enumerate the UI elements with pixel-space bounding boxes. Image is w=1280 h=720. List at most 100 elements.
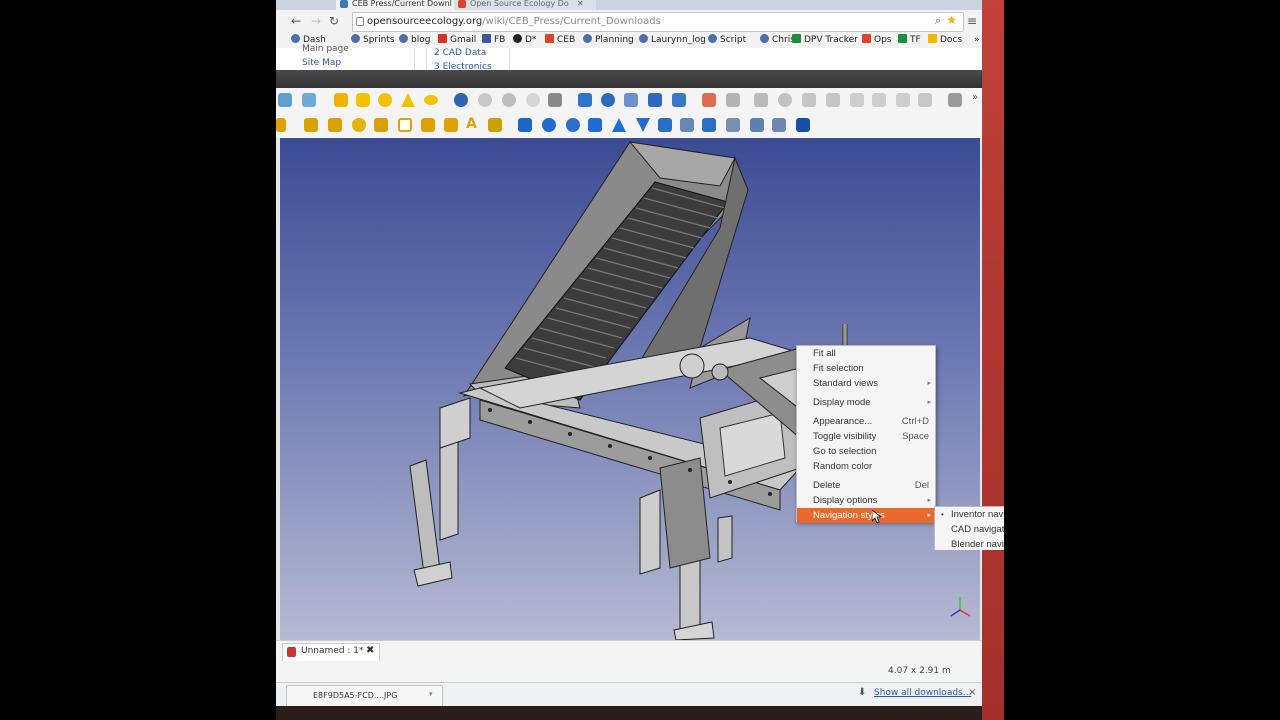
wiki-link-cad-data[interactable]: 2 CAD Data: [434, 48, 486, 58]
section-icon[interactable]: [548, 93, 562, 107]
submenu-item-cad[interactable]: CAD navigation: [935, 522, 1004, 537]
bookmark-sprints[interactable]: Sprints: [351, 32, 395, 48]
torus-icon[interactable]: [424, 95, 438, 105]
close-icon[interactable]: ✕: [577, 0, 584, 8]
wiki-link-main-page[interactable]: Main page: [302, 44, 349, 54]
workbench-icon[interactable]: [796, 118, 810, 132]
close-icon[interactable]: ✖: [366, 645, 374, 656]
menu-icon[interactable]: ≡: [964, 13, 980, 29]
bspline-icon[interactable]: [444, 118, 458, 132]
menu-item-toggle-visibility[interactable]: Toggle visibility Space: [797, 429, 935, 444]
revolve-icon[interactable]: [601, 93, 615, 107]
menu-item-standard-views[interactable]: Standard views ▸: [797, 376, 935, 391]
fuse-icon[interactable]: [502, 93, 516, 107]
common-icon[interactable]: [526, 93, 540, 107]
url-input[interactable]: opensourceecology.org/wiki/CEB_Press/Cur…: [352, 12, 964, 32]
point-icon[interactable]: [772, 118, 786, 132]
dimension-icon[interactable]: [918, 93, 932, 107]
export-icon[interactable]: [726, 93, 740, 107]
import-icon[interactable]: [702, 93, 716, 107]
reload-icon[interactable]: ↻: [326, 13, 342, 29]
shape2dview-icon[interactable]: [680, 118, 694, 132]
rectangle-icon[interactable]: [398, 118, 412, 132]
shape-builder-icon[interactable]: [850, 93, 864, 107]
cone-icon[interactable]: [401, 93, 415, 107]
cut-icon[interactable]: [478, 93, 492, 107]
box-icon[interactable]: [334, 93, 348, 107]
menu-item-appearance[interactable]: Appearance... Ctrl+D: [797, 414, 935, 429]
menu-item-fit-all[interactable]: Fit all: [797, 346, 935, 361]
bookmark-chris[interactable]: Chris: [760, 32, 795, 48]
polyline-icon[interactable]: [328, 118, 342, 132]
sketch-icon[interactable]: [276, 118, 286, 132]
array-icon[interactable]: [726, 118, 740, 132]
scale-icon[interactable]: [658, 118, 672, 132]
refine-icon[interactable]: [802, 93, 816, 107]
download-item[interactable]: E8F9D5A5-FCD....JPG ▾: [286, 685, 443, 707]
measure-angle-icon[interactable]: [778, 93, 792, 107]
polygon-icon[interactable]: [421, 118, 435, 132]
bookmark-tf[interactable]: TF: [898, 32, 921, 48]
circle-icon[interactable]: [352, 118, 366, 132]
menu-item-navigation-styles[interactable]: Navigation styles ▸: [797, 508, 935, 523]
bookmark-planning[interactable]: Planning: [583, 32, 634, 48]
doc-tab-unnamed[interactable]: Unnamed : 1* ✖: [282, 643, 380, 661]
menu-item-fit-selection[interactable]: Fit selection: [797, 361, 935, 376]
measure-icon[interactable]: [754, 93, 768, 107]
clone-icon[interactable]: [750, 118, 764, 132]
iso-view-icon[interactable]: [302, 93, 316, 107]
explode-icon[interactable]: [872, 93, 886, 107]
bookmark-laurynn-log[interactable]: Laurynn_log: [639, 32, 706, 48]
check-icon[interactable]: [826, 93, 840, 107]
close-downloads-icon[interactable]: ×: [968, 687, 976, 698]
scissors-icon[interactable]: [896, 93, 910, 107]
sphere-icon[interactable]: [378, 93, 392, 107]
bookmark-diaspora[interactable]: D*: [513, 32, 536, 48]
mirror-icon[interactable]: [624, 93, 638, 107]
menu-item-display-mode[interactable]: Display mode ▸: [797, 395, 935, 410]
text-icon[interactable]: A: [466, 116, 477, 132]
star-icon[interactable]: ★: [946, 13, 957, 27]
dropdown-icon[interactable]: ▾: [429, 684, 433, 704]
move-icon[interactable]: [518, 118, 532, 132]
std-view-icon[interactable]: [278, 93, 292, 107]
menu-item-delete[interactable]: Delete Del: [797, 478, 935, 493]
lock-icon[interactable]: [948, 93, 962, 107]
bookmark-script[interactable]: Script: [708, 32, 746, 48]
bookmark-blog[interactable]: blog: [399, 32, 430, 48]
bookmarks-more[interactable]: »: [974, 32, 980, 48]
extrude-icon[interactable]: [578, 93, 592, 107]
bookmark-gmail[interactable]: Gmail: [438, 32, 476, 48]
downgrade-icon[interactable]: [636, 118, 650, 132]
bookmark-docs[interactable]: Docs: [928, 32, 962, 48]
draft2sketch-icon[interactable]: [702, 118, 716, 132]
toolbar-more[interactable]: »: [972, 92, 978, 103]
offset-icon[interactable]: [566, 118, 580, 132]
bookmark-dpv-tracker[interactable]: DPV Tracker: [792, 32, 858, 48]
submenu-item-blender[interactable]: Blender navigation: [935, 537, 1004, 550]
freecad-titlebar[interactable]: [276, 70, 982, 88]
dimension-draft-icon[interactable]: [488, 118, 502, 132]
bookmark-ops[interactable]: Ops: [862, 32, 892, 48]
search-icon[interactable]: ⌕: [935, 14, 941, 28]
chamfer-icon[interactable]: [672, 93, 686, 107]
menu-item-display-options[interactable]: Display options ▸: [797, 493, 935, 508]
rotate-icon[interactable]: [542, 118, 556, 132]
cylinder-icon[interactable]: [356, 93, 370, 107]
upgrade-icon[interactable]: [612, 118, 626, 132]
menu-item-random-color[interactable]: Random color: [797, 459, 935, 474]
bookmark-ceb[interactable]: CEB: [545, 32, 575, 48]
fillet-icon[interactable]: [648, 93, 662, 107]
back-icon[interactable]: ←: [288, 13, 304, 29]
submenu-item-inventor[interactable]: •Inventor navigation: [935, 507, 1004, 522]
tab-ceb-press[interactable]: CEB Press/Current Downl✕: [336, 0, 470, 10]
tab-ose-docs[interactable]: Open Source Ecology Do ✕: [454, 0, 596, 10]
forward-icon[interactable]: →: [308, 13, 324, 29]
arc-icon[interactable]: [374, 118, 388, 132]
show-all-downloads-link[interactable]: Show all downloads...: [874, 688, 971, 698]
wiki-link-site-map[interactable]: Site Map: [302, 58, 341, 68]
bookmark-fb[interactable]: FB: [482, 32, 505, 48]
line-icon[interactable]: [304, 118, 318, 132]
boolean-icon[interactable]: [454, 93, 468, 107]
trim-icon[interactable]: [588, 118, 602, 132]
